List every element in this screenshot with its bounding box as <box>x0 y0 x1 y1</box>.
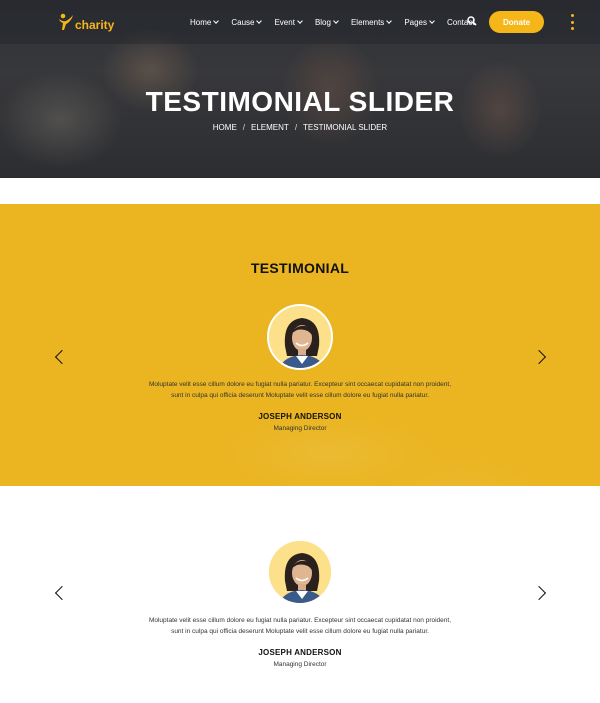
vertical-dots-icon[interactable] <box>569 14 575 30</box>
charity-logo-icon <box>59 13 73 30</box>
testimonial-quote: Moluptate velit esse cillum dolore eu fu… <box>120 379 480 401</box>
breadcrumb-element[interactable]: ELEMENT <box>251 123 289 132</box>
nav-item-home[interactable]: Home <box>190 17 220 27</box>
breadcrumb-separator: / <box>242 123 246 132</box>
testimonial-author-name: JOSEPH ANDERSON <box>258 412 342 421</box>
nav-item-elements[interactable]: Elements <box>350 17 393 27</box>
nav-item-label: Event <box>274 17 295 27</box>
nav-item-label: Elements <box>350 17 385 27</box>
top-navbar: charity Home Cause Event Blog Elements P… <box>0 0 600 44</box>
chevron-down-icon <box>256 18 263 24</box>
quote-line: Moluptate velit esse cillum dolore eu fu… <box>148 617 452 624</box>
breadcrumb-separator: / <box>294 123 298 132</box>
section-title: TESTIMONIAL <box>250 260 350 276</box>
prev-arrow-icon[interactable] <box>54 349 70 365</box>
site-logo[interactable]: charity <box>58 10 114 34</box>
person-portrait-icon <box>269 306 331 368</box>
logo-text: charity <box>75 18 115 32</box>
nav-item-label: Pages <box>404 17 427 27</box>
chevron-down-icon <box>333 18 339 24</box>
nav-item-event[interactable]: Event <box>274 17 303 27</box>
nav-item-label: Cause <box>231 17 255 27</box>
next-arrow-icon[interactable] <box>531 349 547 365</box>
next-arrow-icon[interactable] <box>531 585 547 601</box>
quote-line: Moluptate velit esse cillum dolore eu fu… <box>148 381 452 388</box>
nav-item-cause[interactable]: Cause <box>231 17 263 27</box>
nav-item-blog[interactable]: Blog <box>314 17 339 27</box>
nav-item-label: Home <box>190 17 212 27</box>
testimonial-quote: Moluptate velit esse cillum dolore eu fu… <box>120 615 480 637</box>
nav-item-label: Blog <box>314 17 331 27</box>
person-portrait-icon <box>269 541 331 603</box>
avatar <box>267 304 333 370</box>
page-title: TESTIMONIAL SLIDER <box>145 86 455 117</box>
chevron-down-icon <box>297 18 303 24</box>
donate-button[interactable]: Donate <box>489 11 544 33</box>
quote-line: sunt in culpa qui officia deserunt Molup… <box>171 392 429 399</box>
nav-item-pages[interactable]: Pages <box>404 17 435 27</box>
menu-dot <box>570 27 574 30</box>
main-nav: Home Cause Event Blog Elements Pages Con… <box>190 0 488 44</box>
testimonial-author-name: JOSEPH ANDERSON <box>258 648 342 657</box>
menu-dot <box>570 20 574 24</box>
quote-line: sunt in culpa qui officia deserunt Molup… <box>171 628 429 635</box>
breadcrumb: HOME / ELEMENT / TESTIMONIAL SLIDER <box>0 123 600 132</box>
chevron-down-icon <box>429 18 435 24</box>
search-icon[interactable] <box>467 16 477 26</box>
page-hero: charity Home Cause Event Blog Elements P… <box>0 0 600 178</box>
breadcrumb-home[interactable]: HOME <box>213 123 237 132</box>
testimonial-author-role: Managing Director <box>273 661 327 668</box>
testimonial-author-role: Managing Director <box>273 425 327 432</box>
chevron-down-icon <box>213 18 220 24</box>
chevron-down-icon <box>386 18 393 24</box>
breadcrumb-current: TESTIMONIAL SLIDER <box>303 123 388 132</box>
prev-arrow-icon[interactable] <box>54 585 70 601</box>
testimonial-section-yellow: TESTIMONIAL Moluptate velit esse cillum … <box>0 204 600 486</box>
avatar <box>267 539 333 605</box>
menu-dot <box>570 14 574 17</box>
